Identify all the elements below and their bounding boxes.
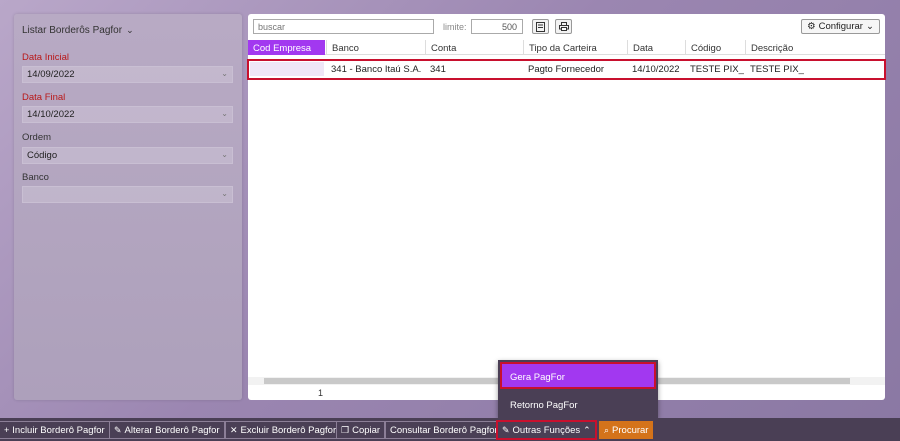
incluir-button[interactable]: + Incluir Borderô Pagfor (0, 421, 110, 439)
copiar-button[interactable]: ❐ Copiar (336, 421, 386, 439)
filter-panel-title-text: Listar Borderôs Pagfor (22, 25, 123, 36)
search-icon: ⌕ (604, 424, 610, 435)
page-number[interactable]: 1 (318, 388, 323, 398)
close-icon: ✕ (230, 424, 238, 435)
cell-cod-empresa (250, 62, 324, 76)
incluir-label: Incluir Borderô Pagfor (12, 424, 105, 436)
search-input[interactable] (253, 19, 434, 34)
cell-banco: 341 - Banco Itaú S.A. (331, 64, 422, 75)
chevron-down-icon: ⌄ (221, 69, 228, 78)
column-header-data[interactable]: Data (627, 40, 685, 55)
excluir-label: Excluir Borderô Pagfor (240, 424, 337, 436)
data-inicial-field[interactable]: 14/09/2022 ⌄ (22, 66, 233, 83)
ordem-label: Ordem (22, 132, 52, 143)
ordem-value: Código (27, 150, 58, 161)
column-header-cod-empresa[interactable]: Cod Empresa (248, 40, 325, 55)
copiar-label: Copiar (352, 424, 381, 436)
table-row[interactable]: 341 - Banco Itaú S.A. 341 Pagto Forneced… (247, 59, 886, 80)
banco-select[interactable]: ⌄ (22, 186, 233, 203)
procurar-button[interactable]: ⌕ Procurar (599, 421, 654, 439)
printer-icon (558, 22, 569, 31)
ordem-select[interactable]: Código ⌄ (22, 147, 233, 164)
grid-panel: limite: ⚙ Configurar ⌄ Cod Empresa Banco… (247, 14, 886, 400)
column-header-tipo-carteira[interactable]: Tipo da Carteira (523, 40, 627, 55)
data-final-value: 14/10/2022 (27, 109, 75, 120)
filter-panel: Listar Borderôs Pagfor ⌄ Data Inicial 14… (14, 14, 242, 400)
column-header-conta[interactable]: Conta (425, 40, 523, 55)
chevron-up-icon: ⌃ (583, 424, 591, 435)
chevron-down-icon: ⌄ (221, 109, 228, 118)
edit-icon: ✎ (114, 424, 122, 435)
cell-data: 14/10/2022 (632, 64, 680, 75)
data-inicial-value: 14/09/2022 (27, 69, 75, 80)
print-button[interactable] (555, 19, 572, 34)
procurar-label: Procurar (612, 424, 649, 436)
cell-tipo-carteira: Pagto Fornecedor (528, 64, 605, 75)
copy-icon: ❐ (341, 424, 350, 435)
limite-label: limite: (443, 22, 467, 32)
bottom-toolbar: + Incluir Borderô Pagfor ✎ Alterar Borde… (0, 418, 900, 441)
consultar-label: Consultar Borderô Pagfor (390, 424, 498, 436)
alterar-label: Alterar Borderô Pagfor (124, 424, 220, 436)
data-final-field[interactable]: 14/10/2022 ⌄ (22, 106, 233, 123)
menu-item-gera-pagfor[interactable]: Gera PagFor (500, 362, 656, 389)
export-button[interactable] (532, 19, 549, 34)
outras-funcoes-button[interactable]: ✎ Outras Funções ⌃ (496, 420, 597, 440)
cell-descricao: TESTE PIX_ (750, 64, 804, 75)
chevron-down-icon: ⌄ (126, 25, 134, 35)
cell-conta: 341 (430, 64, 446, 75)
document-icon (536, 21, 545, 32)
alterar-button[interactable]: ✎ Alterar Borderô Pagfor (109, 421, 225, 439)
consultar-button[interactable]: Consultar Borderô Pagfor (385, 421, 503, 439)
limite-input[interactable] (471, 19, 523, 34)
grid-header: Cod Empresa Banco Conta Tipo da Carteira… (248, 40, 885, 55)
edit-icon: ✎ (502, 424, 510, 435)
chevron-down-icon: ⌄ (221, 189, 228, 198)
chevron-down-icon: ⌄ (865, 21, 874, 32)
cell-codigo: TESTE PIX_ (690, 64, 744, 75)
banco-label: Banco (22, 172, 49, 183)
column-header-codigo[interactable]: Código (685, 40, 745, 55)
filter-panel-title[interactable]: Listar Borderôs Pagfor ⌄ (22, 25, 134, 36)
configure-button[interactable]: ⚙ Configurar ⌄ (801, 19, 880, 34)
outras-funcoes-label: Outras Funções (512, 424, 581, 436)
outras-funcoes-menu: Gera PagFor Retorno PagFor (498, 360, 658, 418)
gear-icon: ⚙ (807, 21, 816, 32)
menu-item-retorno-pagfor[interactable]: Retorno PagFor (500, 390, 656, 417)
data-inicial-label: Data Inicial (22, 52, 69, 63)
configure-label: Configurar (818, 21, 863, 32)
excluir-button[interactable]: ✕ Excluir Borderô Pagfor (225, 421, 342, 439)
plus-icon: + (4, 425, 10, 435)
chevron-down-icon: ⌄ (221, 150, 228, 159)
column-header-descricao[interactable]: Descrição (745, 40, 885, 55)
column-header-banco[interactable]: Banco (326, 40, 425, 55)
data-final-label: Data Final (22, 92, 66, 103)
